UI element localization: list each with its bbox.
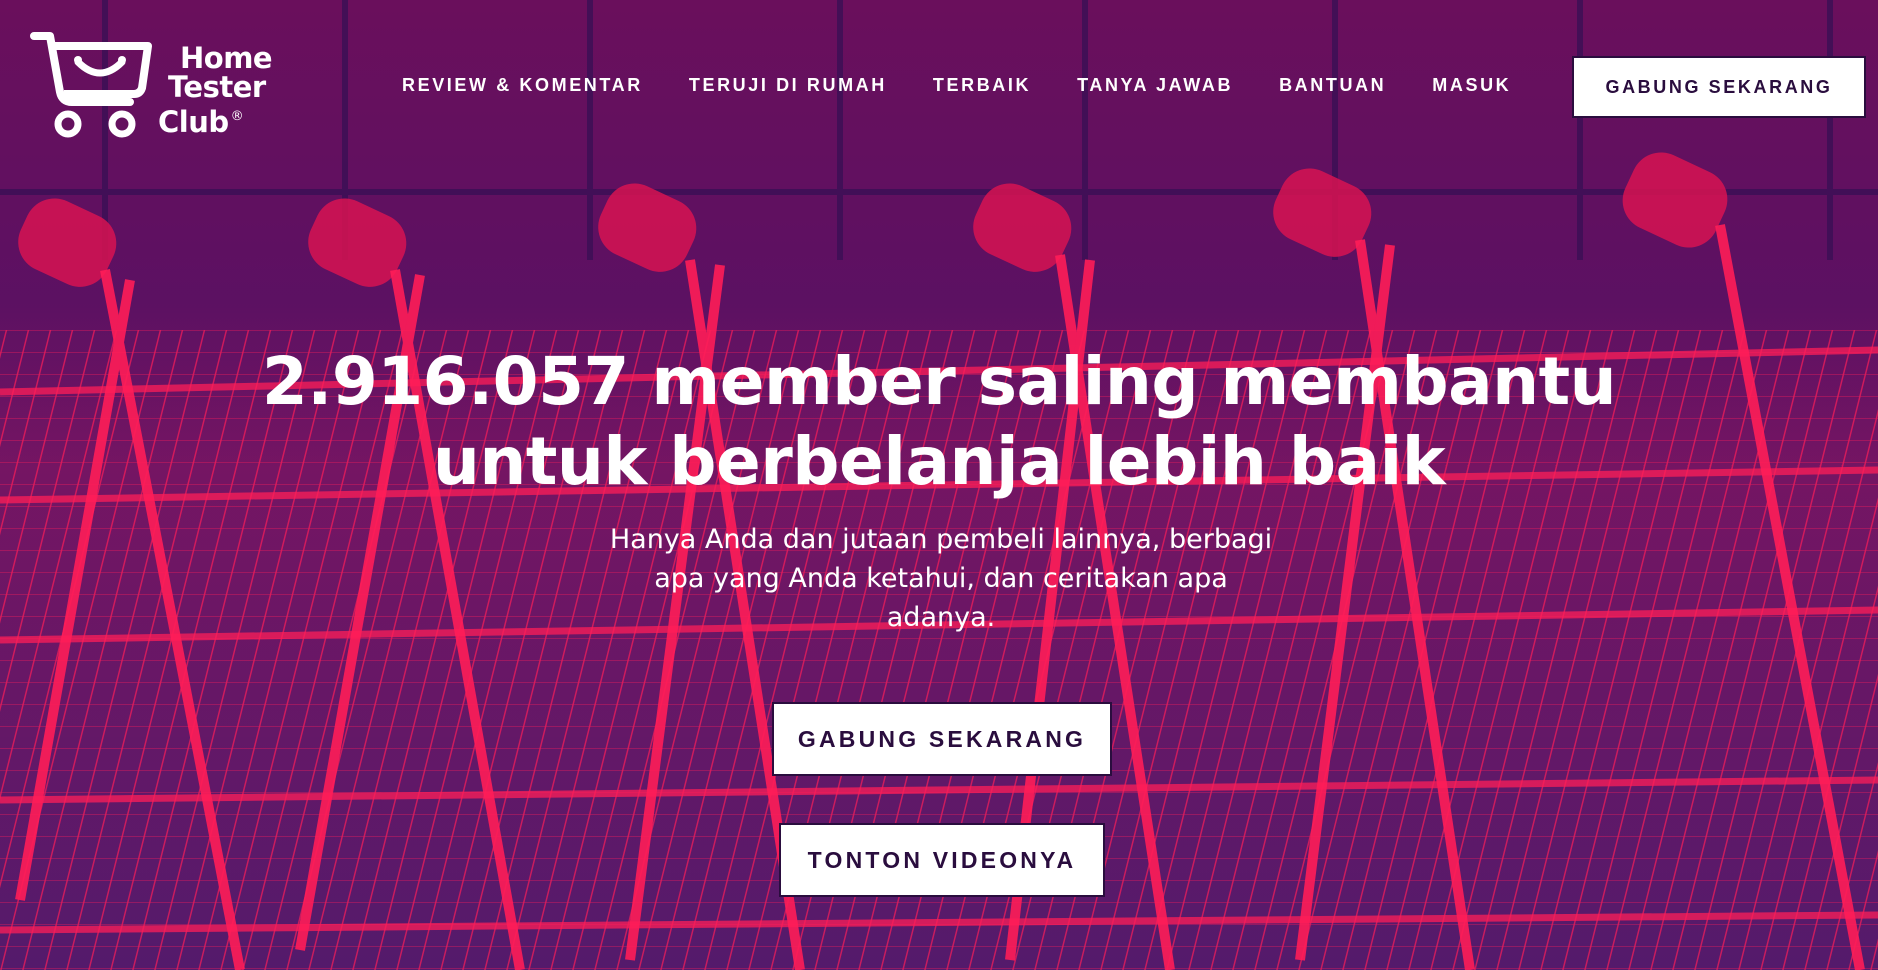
nav-item-bantuan[interactable]: BANTUAN [1279,75,1386,96]
join-now-button[interactable]: GABUNG SEKARANG [772,702,1112,776]
hero-headline-line2: untuk berbelanja lebih baik [432,423,1446,500]
hero-subtitle: Hanya Anda dan jutaan pembeli lainnya, b… [609,524,1273,633]
home-tester-club-logo[interactable]: Home Tester Club ® [30,30,290,140]
shopping-cart-logo-icon [30,32,152,138]
nav-item-teruji-di-rumah[interactable]: TERUJI DI RUMAH [689,75,887,96]
nav-item-tanya-jawab[interactable]: TANYA JAWAB [1077,75,1233,96]
logo-wordmark: Home Tester Club ® [158,41,273,137]
nav-item-masuk[interactable]: MASUK [1432,75,1511,96]
logo-word-home: Home [180,41,273,75]
nav-item-terbaik[interactable]: TERBAIK [933,75,1031,96]
main-nav: REVIEW & KOMENTAR TERUJI DI RUMAH TERBAI… [402,75,1511,96]
hero-headline-line1: 2.916.057 member saling membantu [261,343,1617,420]
nav-item-review-komentar[interactable]: REVIEW & KOMENTAR [402,75,643,96]
hero-headline: 2.916.057 member saling membantu untuk b… [0,342,1878,502]
logo-word-tester: Tester [168,70,266,104]
registered-mark: ® [230,109,244,124]
hero-section: Home Tester Club ® REVIEW & KOMENTAR TERU… [0,0,1878,970]
logo-word-club: Club ® [158,102,272,137]
logo-word-club-text: Club [158,105,229,139]
watch-video-button[interactable]: TONTON VIDEONYA [779,823,1105,897]
header-join-button[interactable]: GABUNG SEKARANG [1572,56,1866,118]
